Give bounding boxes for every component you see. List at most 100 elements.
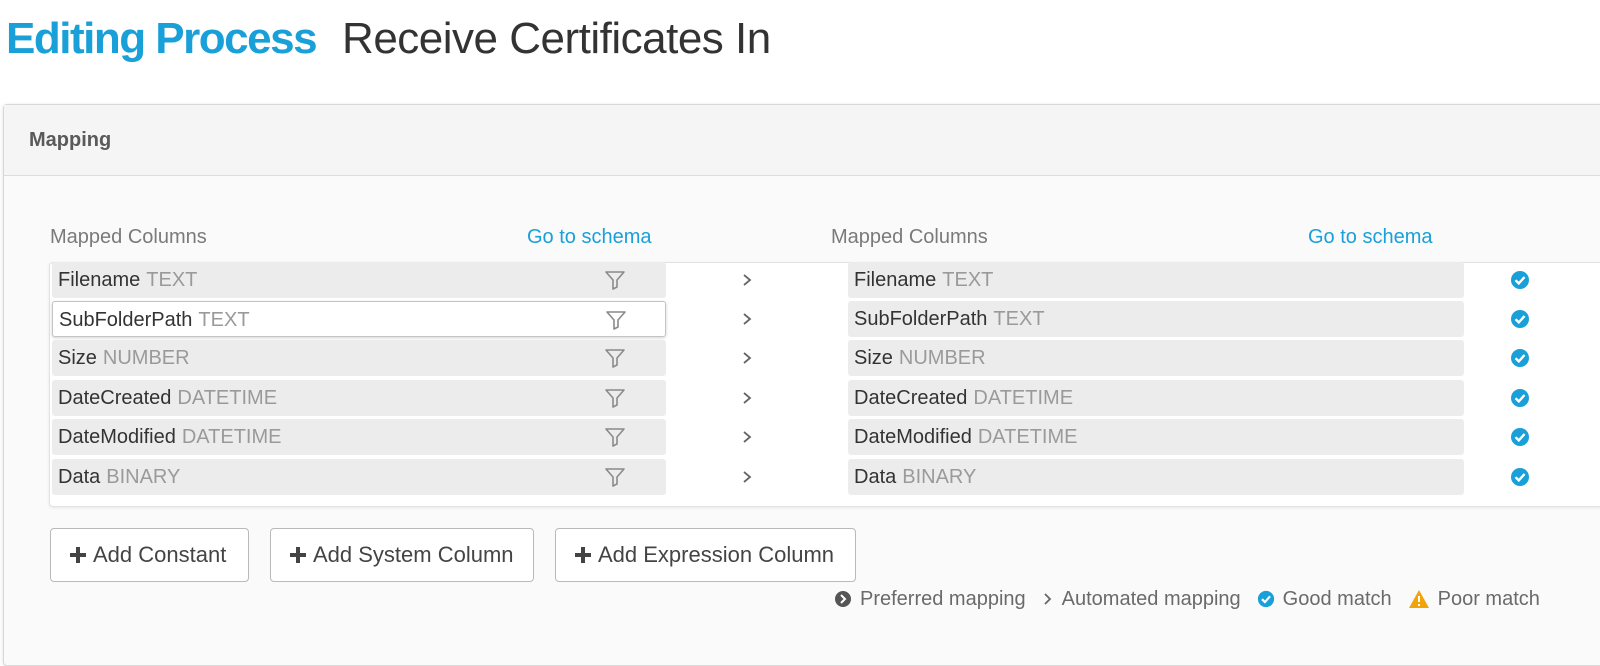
source-column-name: Size (58, 347, 97, 369)
target-column-cell[interactable]: Size NUMBER (848, 340, 1464, 376)
check-circle-icon (1511, 349, 1529, 367)
source-column-text: DateCreated DATETIME (58, 387, 277, 410)
target-column-text: DateModified DATETIME (854, 426, 1077, 449)
left-go-to-schema-link[interactable]: Go to schema (527, 226, 652, 249)
chevron-right-icon (743, 313, 752, 325)
source-column-cell[interactable]: DateCreated DATETIME (52, 380, 666, 416)
legend-preferred-label: Preferred mapping (860, 587, 1026, 610)
source-column-type: TEXT (198, 309, 250, 331)
chevron-right-icon (743, 392, 752, 404)
target-column-type: DATETIME (973, 387, 1074, 409)
process-name: Receive Certificates In (342, 14, 771, 63)
source-column-text: Data BINARY (58, 466, 180, 489)
source-column-text: Filename TEXT (58, 269, 197, 292)
source-column-cell[interactable]: DateModified DATETIME (52, 419, 666, 455)
page-header: Editing Process Receive Certificates In (6, 14, 771, 74)
add-expression-column-label: Add Expression Column (598, 542, 835, 567)
add-system-column-label: Add System Column (313, 542, 514, 567)
source-column-cell[interactable]: Size NUMBER (52, 340, 666, 376)
target-column-type: BINARY (902, 466, 977, 488)
check-circle-icon (1511, 428, 1529, 446)
source-column-text: DateModified DATETIME (58, 426, 281, 449)
source-column-type: NUMBER (102, 347, 190, 369)
source-column-name: DateCreated (58, 387, 172, 409)
mapping-legend: Preferred mapping Automated mapping Good… (834, 586, 1556, 612)
legend-automated: Automated mapping (1042, 588, 1241, 611)
mapping-row: SubFolderPath TEXT SubFolderPath TEXT (50, 301, 1600, 337)
legend-preferred: Preferred mapping (834, 588, 1026, 611)
mapping-row: Data BINARY Data BINARY (50, 459, 1600, 495)
mapping-row: DateCreated DATETIME DateCreated DATETIME (50, 380, 1600, 416)
source-column-text: SubFolderPath TEXT (59, 309, 250, 332)
source-column-type: DATETIME (177, 387, 278, 409)
check-circle-icon (1511, 271, 1529, 289)
chevron-right-icon (743, 274, 752, 286)
filter-icon[interactable] (604, 347, 626, 369)
target-column-text: DateCreated DATETIME (854, 387, 1073, 410)
legend-good: Good match (1257, 588, 1392, 611)
target-column-cell[interactable]: DateModified DATETIME (848, 419, 1464, 455)
legend-poor: Poor match (1408, 588, 1540, 611)
panel-heading: Mapping (4, 105, 1600, 176)
source-column-name: DateModified (58, 426, 176, 448)
target-column-name: SubFolderPath (854, 308, 988, 330)
target-column-name: Size (854, 347, 893, 369)
filter-icon[interactable] (604, 466, 626, 488)
preferred-mapping-icon (835, 591, 851, 607)
target-column-text: Data BINARY (854, 466, 976, 489)
source-column-name: Filename (58, 269, 141, 291)
target-column-name: Data (854, 466, 897, 488)
plus-icon (70, 547, 86, 563)
legend-good-label: Good match (1282, 587, 1392, 610)
target-column-name: DateModified (854, 426, 972, 448)
warning-triangle-icon (1408, 590, 1429, 608)
target-column-cell[interactable]: Filename TEXT (848, 262, 1464, 298)
page-mode-title: Editing Process (6, 14, 318, 63)
good-match-icon (1257, 590, 1274, 608)
target-column-name: Filename (854, 269, 937, 291)
filter-icon[interactable] (604, 269, 626, 291)
automated-mapping-icon (1044, 593, 1051, 605)
plus-icon (290, 547, 306, 563)
target-column-name: DateCreated (854, 387, 968, 409)
add-system-column-button[interactable]: Add System Column (270, 528, 534, 582)
target-column-text: Filename TEXT (854, 269, 993, 292)
target-column-type: TEXT (993, 308, 1045, 330)
chevron-right-icon (743, 352, 752, 364)
target-column-cell[interactable]: Data BINARY (848, 459, 1464, 495)
add-constant-label: Add Constant (93, 542, 227, 567)
check-circle-icon (1511, 310, 1529, 328)
filter-icon[interactable] (605, 309, 627, 331)
legend-poor-label: Poor match (1437, 587, 1540, 610)
source-column-cell[interactable]: Data BINARY (52, 459, 666, 495)
check-circle-icon (1511, 468, 1529, 486)
chevron-right-icon (743, 471, 752, 483)
mapping-row: Filename TEXT Filename TEXT (50, 262, 1600, 298)
target-column-text: SubFolderPath TEXT (854, 308, 1045, 331)
add-expression-column-button[interactable]: Add Expression Column (555, 528, 856, 582)
filter-icon[interactable] (604, 387, 626, 409)
legend-automated-label: Automated mapping (1061, 587, 1241, 610)
target-column-cell[interactable]: DateCreated DATETIME (848, 380, 1464, 416)
right-go-to-schema-link[interactable]: Go to schema (1308, 226, 1433, 249)
source-column-cell[interactable]: Filename TEXT (52, 262, 666, 298)
add-constant-button[interactable]: Add Constant (50, 528, 249, 582)
check-circle-icon (1511, 389, 1529, 407)
plus-icon (575, 547, 591, 563)
target-column-type: TEXT (942, 269, 994, 291)
filter-icon[interactable] (604, 426, 626, 448)
mapping-row: DateModified DATETIME DateModified DATETIME (50, 419, 1600, 455)
target-column-type: DATETIME (977, 426, 1078, 448)
target-column-cell[interactable]: SubFolderPath TEXT (848, 301, 1464, 337)
source-column-type: BINARY (106, 466, 181, 488)
source-column-name: SubFolderPath (59, 309, 193, 331)
source-column-type: TEXT (146, 269, 198, 291)
mapping-row: Size NUMBER Size NUMBER (50, 340, 1600, 376)
chevron-right-icon (743, 431, 752, 443)
left-column-header: Mapped Columns (50, 226, 207, 248)
source-column-text: Size NUMBER (58, 347, 190, 370)
target-column-type: NUMBER (898, 347, 986, 369)
right-column-header: Mapped Columns (831, 226, 988, 248)
source-column-type: DATETIME (181, 426, 282, 448)
source-column-cell[interactable]: SubFolderPath TEXT (52, 301, 666, 337)
